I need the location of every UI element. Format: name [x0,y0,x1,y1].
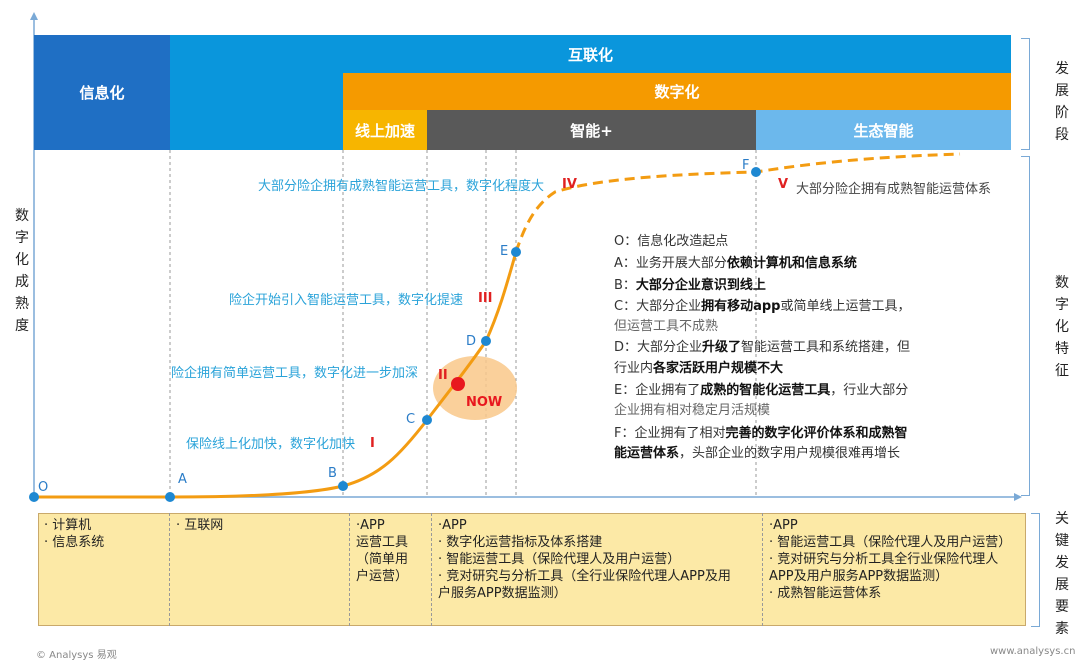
footer-left: © Analysys 易观 [36,650,117,661]
label-factors: 关键发展要素 [1055,511,1069,637]
note-3: 险企开始引入智能运营工具，数字化提速 [229,293,464,308]
factors-col-1: · 计算机 · 信息系统 [38,513,170,626]
note-4: 大部分险企拥有成熟智能运营工具，数字化程度大 [258,179,545,194]
factor-line: 运营工具 [356,535,409,550]
note-5: 大部分险企拥有成熟智能运营体系 [796,182,992,197]
roman-5: V [778,177,789,192]
legend-f-line2: 能运营体系，头部企业的数字用户规模很难再增长 [614,446,901,461]
point-o: O [38,480,49,495]
factor-line: ·APP [438,518,467,533]
factor-line: · 竞对研究与分析工具（全行业保险代理人APP及用 [438,569,731,584]
maturity-curve-dashed [514,152,961,253]
roman-4: IV [562,177,577,192]
note-1: 保险线上化加快，数字化加快 [186,437,356,452]
now-dot [451,377,465,391]
legend-c: C：大部分企业拥有移动app或简单线上运营工具， [614,299,911,314]
now-label: NOW [466,395,503,410]
point-f: F [742,158,750,173]
factors-col-2: · 互联网 [170,513,350,626]
factor-line: · 智能运营工具（保险代理人及用户运营） [438,552,681,567]
factors-col-5: ·APP · 智能运营工具（保险代理人及用户运营） · 竞对研究与分析工具全行业保险… [763,513,1025,626]
note-2: 险企拥有简单运营工具，数字化进一步加深 [171,366,419,381]
y-axis-arrow [30,12,38,20]
label-stage: 发展阶段 [1055,61,1069,143]
factor-line: · 数字化运营指标及体系搭建 [438,535,603,550]
legend-e: E：企业拥有了成熟的智能化运营工具，行业大部分 [614,383,909,398]
point-c: C [406,412,416,427]
roman-3: III [478,291,493,306]
legend-b: B：大部分企业意识到线上 [614,278,766,293]
stage-hulianhua-body [170,73,343,150]
stage-hulianhua: 互联化 [170,35,1011,73]
feature-brace [1021,156,1030,496]
legend-d-line2: 行业内各家活跃用户规模不大 [614,361,784,376]
stage-shuzihua: 数字化 [343,73,1011,110]
point-a: A [178,472,187,487]
factor-line: · 互联网 [176,518,224,533]
point-d: D [466,334,477,349]
point-e: E [500,244,509,259]
factor-line: 户服务APP数据监测） [438,586,567,601]
factors-col-3: ·APP 运营工具 （简单用 户运营） [350,513,432,626]
factors-col-4: ·APP · 数字化运营指标及体系搭建 · 智能运营工具（保险代理人及用户运营） · … [432,513,763,626]
y-axis-label: 数字化成熟度 [15,208,29,334]
stage-xianshang: 线上加速 [343,110,427,150]
factor-line: · 信息系统 [44,535,105,550]
legend-c-line2: 但运营工具不成熟 [614,319,719,334]
factor-line: ·APP [356,518,385,533]
now-halo [433,356,517,420]
roman-2: II [438,368,448,383]
factor-line: · 计算机 [44,518,92,533]
factor-line: ·APP [769,518,798,533]
legend-e-line2: 企业拥有相对稳定月活规模 [614,403,771,418]
legend-o: O：信息化改造起点 [614,234,729,249]
factor-line: APP及用户服务APP数据监测） [769,569,949,584]
factor-line: （简单用 [356,552,409,567]
stage-brace [1021,38,1030,150]
factor-line: 户运营） [356,569,409,584]
point-b: B [328,466,337,481]
factor-line: · 竞对研究与分析工具全行业保险代理人 [769,552,999,567]
footer-right: www.analysys.cn [990,646,1076,657]
factor-line: · 智能运营工具（保险代理人及用户运营） [769,535,1012,550]
stage-xinxihua: 信息化 [34,35,170,150]
legend-d: D：大部分企业升级了智能运营工具和系统搭建，但 [614,340,911,355]
roman-1: I [370,436,375,451]
factors-brace [1031,513,1040,627]
stage-zhineng: 智能+ [427,110,756,150]
label-feature: 数字化特征 [1055,275,1069,379]
legend-f: F：企业拥有了相对完善的数字化评价体系和成熟智 [614,426,908,441]
stage-shengtai: 生态智能 [756,110,1011,150]
factor-line: · 成熟智能运营体系 [769,586,882,601]
legend-a: A：业务开展大部分依赖计算机和信息系统 [614,256,857,271]
